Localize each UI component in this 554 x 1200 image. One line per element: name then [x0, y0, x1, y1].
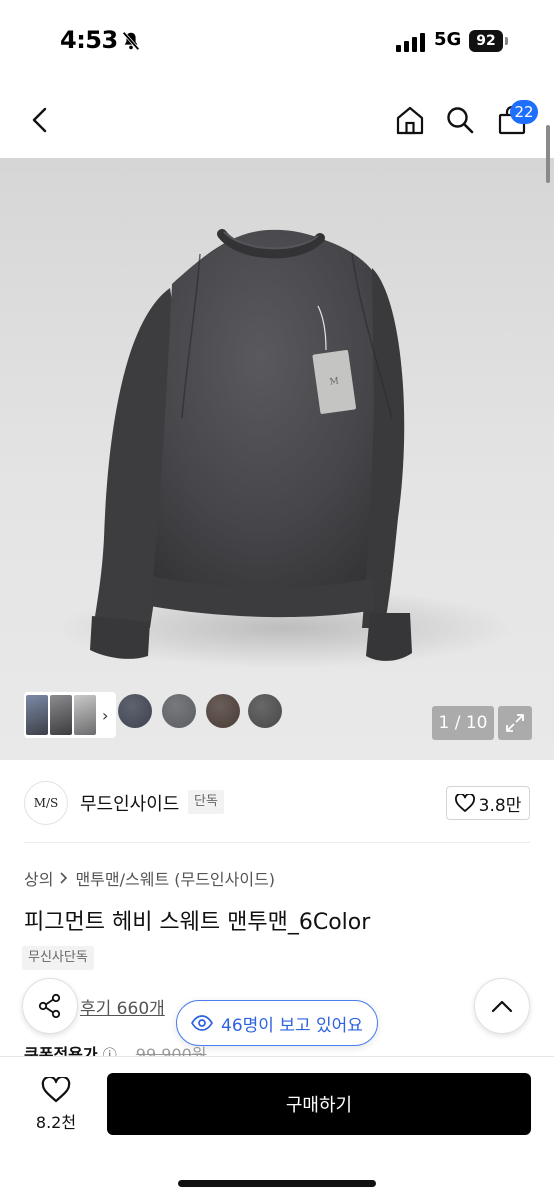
- chevron-up-icon: [491, 1000, 513, 1013]
- swatch-navy[interactable]: [118, 694, 152, 728]
- chevron-right-icon: [60, 872, 68, 884]
- image-counter: 1 / 10: [432, 706, 494, 740]
- search-icon: [447, 107, 474, 134]
- thumbnail-2[interactable]: [50, 695, 72, 735]
- signal-icon: [396, 33, 425, 52]
- swatch-brown[interactable]: [206, 694, 240, 728]
- eye-icon: [191, 1015, 214, 1031]
- home-indicator: [178, 1180, 376, 1187]
- brand-name[interactable]: 무드인사이드: [80, 790, 179, 816]
- product-image[interactable]: M › 1 / 10: [0, 158, 554, 760]
- heart-icon: [41, 1077, 71, 1103]
- info-icon[interactable]: ⓘ: [103, 1048, 117, 1056]
- breadcrumb: 상의 맨투맨/스웨트 (무드인사이드): [24, 866, 275, 890]
- review-link[interactable]: 후기 660개: [80, 994, 165, 1019]
- brand-logo[interactable]: M/S: [24, 781, 68, 825]
- expand-button[interactable]: [498, 706, 532, 740]
- scroll-top-button[interactable]: [474, 978, 530, 1034]
- network-label: 5G: [434, 29, 462, 50]
- share-button[interactable]: [22, 978, 78, 1034]
- heart-icon: [454, 794, 475, 812]
- battery-level: 92: [469, 30, 503, 52]
- svg-text:M: M: [329, 376, 340, 387]
- chevron-left-icon: [32, 107, 47, 133]
- chevron-right-icon: ›: [102, 705, 109, 725]
- wishlist-button[interactable]: 8.2천: [22, 1072, 90, 1138]
- home-button[interactable]: [390, 100, 430, 140]
- divider: [24, 842, 530, 843]
- coupon-price-row: 쿠폰적용가 ⓘ 99,900원: [24, 1041, 207, 1056]
- thumbnail-strip[interactable]: ›: [24, 692, 116, 738]
- status-time: 4:53: [60, 26, 118, 54]
- wishlist-count: 8.2천: [35, 1113, 77, 1132]
- back-button[interactable]: [20, 100, 60, 140]
- search-button[interactable]: [440, 100, 480, 140]
- original-price: 99,900원: [135, 1045, 207, 1056]
- brand-like-button[interactable]: 3.8만: [446, 786, 530, 820]
- swatch-charcoal[interactable]: [162, 694, 196, 728]
- product-title: 피그먼트 헤비 스웨트 맨투맨_6Color: [24, 910, 371, 935]
- viewing-now-text: 46명이 보고 있어요: [221, 1015, 363, 1036]
- home-icon: [396, 106, 424, 135]
- thumbnail-3[interactable]: [74, 695, 96, 735]
- share-icon: [38, 993, 61, 1019]
- bell-mute-icon: [122, 31, 140, 51]
- status-bar: 4:53 5G 92: [0, 0, 554, 84]
- cart-count-badge: 22: [510, 100, 538, 124]
- page-scroll-indicator[interactable]: [546, 125, 550, 183]
- viewing-now-pill: 46명이 보고 있어요: [176, 1000, 378, 1046]
- breadcrumb-subcategory[interactable]: 맨투맨/스웨트 (무드인사이드): [75, 866, 275, 890]
- thumbnail-1[interactable]: [26, 695, 48, 735]
- sweatshirt-illustration: M: [55, 229, 515, 668]
- exclusive-badge: 무신사단독: [22, 946, 94, 970]
- brand-exclusive-tag: 단독: [188, 790, 224, 814]
- swatch-dark-gray[interactable]: [248, 694, 282, 728]
- brand-like-count: 3.8만: [478, 795, 522, 816]
- coupon-price-label: 쿠폰적용가: [24, 1045, 98, 1056]
- expand-icon: [506, 714, 524, 732]
- buy-button[interactable]: 구매하기: [107, 1073, 531, 1135]
- battery-tip: [505, 37, 508, 45]
- breadcrumb-category[interactable]: 상의: [24, 866, 53, 890]
